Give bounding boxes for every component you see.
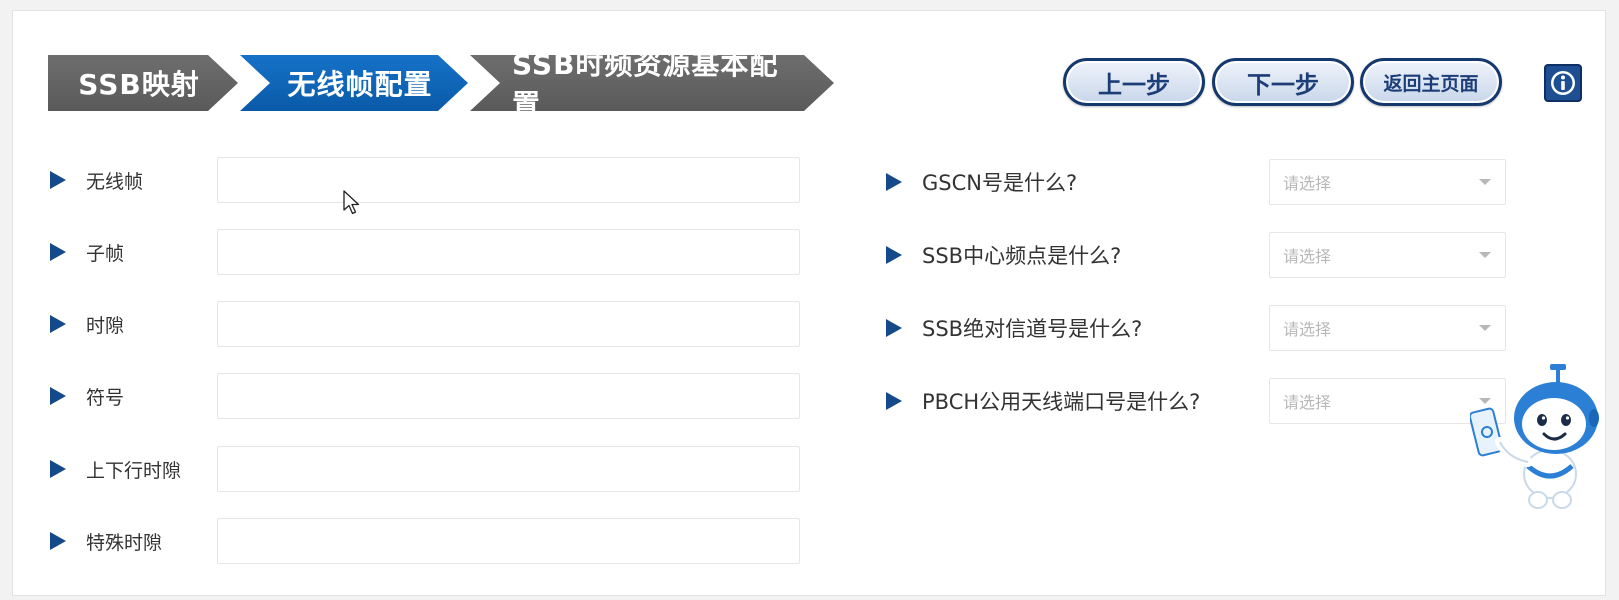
mouse-cursor-icon (343, 190, 360, 215)
step-ssb-resource-config[interactable]: SSB时频资源基本配置 (470, 55, 834, 111)
triangle-marker-icon (50, 243, 66, 261)
robot-mascot-icon (1470, 364, 1599, 509)
special-slot-input[interactable] (217, 518, 800, 564)
question-label: GSCN号是什么? (922, 171, 1078, 195)
select-placeholder: 请选择 (1283, 247, 1332, 266)
ssb-center-freq-select[interactable]: 请选择 (1269, 232, 1506, 278)
select-placeholder: 请选择 (1283, 320, 1332, 339)
prev-step-label: 上一步 (1098, 70, 1170, 99)
ssb-arfcn-select[interactable]: 请选择 (1269, 305, 1506, 351)
slot-input[interactable] (217, 301, 800, 347)
next-step-label: 下一步 (1247, 70, 1319, 99)
field-label: 特殊时隙 (86, 531, 163, 554)
field-label: 符号 (86, 386, 125, 409)
select-placeholder: 请选择 (1283, 174, 1332, 193)
return-home-label: 返回主页面 (1383, 72, 1479, 95)
return-home-button[interactable]: 返回主页面 (1360, 58, 1502, 106)
question-ssb-arfcn: SSB绝对信道号是什么? (886, 305, 1142, 351)
field-row-subframe: 子帧 (50, 229, 124, 275)
field-label: 子帧 (86, 242, 125, 265)
field-row-ul-dl-slot: 上下行时隙 (50, 446, 181, 492)
step-frame-config[interactable]: 无线帧配置 (240, 55, 468, 111)
field-row-slot: 时隙 (50, 301, 124, 347)
triangle-marker-icon (886, 319, 902, 337)
next-step-button[interactable]: 下一步 (1212, 58, 1354, 106)
info-icon (1551, 71, 1575, 95)
question-label: SSB绝对信道号是什么? (922, 317, 1143, 341)
symbol-input[interactable] (217, 373, 800, 419)
triangle-marker-icon (886, 173, 902, 191)
triangle-marker-icon (886, 392, 902, 410)
question-label: PBCH公用天线端口号是什么? (922, 390, 1201, 414)
wireless-frame-input[interactable] (217, 157, 800, 203)
field-label: 无线帧 (86, 170, 144, 193)
gscn-select[interactable]: 请选择 (1269, 159, 1506, 205)
question-label: SSB中心频点是什么? (922, 244, 1122, 268)
triangle-marker-icon (50, 532, 66, 550)
field-label: 时隙 (86, 314, 125, 337)
field-row-special-slot: 特殊时隙 (50, 518, 162, 564)
question-pbch-antenna-port: PBCH公用天线端口号是什么? (886, 378, 1200, 424)
subframe-input[interactable] (217, 229, 800, 275)
select-placeholder: 请选择 (1283, 393, 1332, 412)
triangle-marker-icon (50, 315, 66, 333)
triangle-marker-icon (50, 171, 66, 189)
step-label: SSB映射 (78, 68, 200, 101)
field-row-symbol: 符号 (50, 373, 124, 419)
step-ssb-mapping[interactable]: SSB映射 (48, 55, 238, 111)
chevron-down-icon (1479, 325, 1491, 331)
question-ssb-center-freq: SSB中心频点是什么? (886, 232, 1121, 278)
step-label: 无线帧配置 (287, 68, 433, 101)
info-button[interactable] (1544, 64, 1582, 102)
question-gscn: GSCN号是什么? (886, 159, 1077, 205)
triangle-marker-icon (50, 460, 66, 478)
field-row-wireless-frame: 无线帧 (50, 157, 143, 203)
triangle-marker-icon (886, 246, 902, 264)
prev-step-button[interactable]: 上一步 (1063, 58, 1205, 106)
field-label: 上下行时隙 (86, 459, 182, 482)
ul-dl-slot-input[interactable] (217, 446, 800, 492)
chevron-down-icon (1479, 252, 1491, 258)
triangle-marker-icon (50, 387, 66, 405)
chevron-down-icon (1479, 179, 1491, 185)
